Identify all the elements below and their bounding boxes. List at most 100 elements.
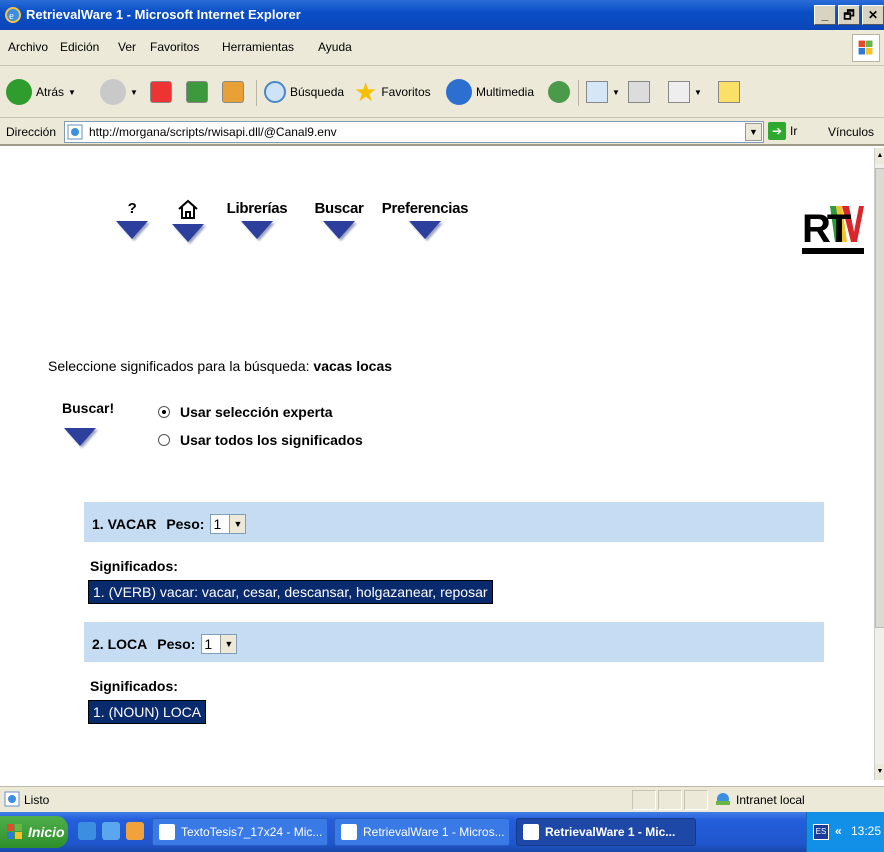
menu-ver[interactable]: Ver: [118, 40, 136, 54]
stop-button[interactable]: [150, 78, 172, 106]
search-query: vacas locas: [313, 358, 393, 374]
nav-home[interactable]: [170, 198, 206, 242]
windows-flag-icon: [852, 34, 880, 62]
close-button[interactable]: ✕: [862, 5, 884, 25]
peso-label: Peso:: [157, 636, 196, 652]
address-input[interactable]: http://morgana/scripts/rwisapi.dll/@Cana…: [64, 121, 764, 143]
radio-button[interactable]: [158, 406, 170, 418]
peso-select[interactable]: 1 ▼: [201, 634, 238, 654]
status-bar: Listo Intranet local: [0, 786, 884, 812]
radio-label: Usar todos los significados: [180, 432, 363, 448]
peso-label: Peso:: [166, 516, 205, 532]
radio-button[interactable]: [158, 434, 170, 446]
refresh-button[interactable]: [186, 78, 208, 106]
quicklaunch-outlook-icon[interactable]: [102, 822, 120, 840]
taskbar-button[interactable]: RetrievalWare 1 - Micros...: [334, 818, 510, 846]
print-button[interactable]: [628, 78, 650, 106]
start-button[interactable]: Inicio: [0, 816, 68, 848]
status-pane: [632, 790, 656, 810]
star-icon: ★: [354, 77, 378, 107]
taskbar-button-active[interactable]: RetrievalWare 1 - Mic...: [516, 818, 696, 846]
standard-toolbar: Atrás ▼ ▼ Búsqueda ★ Favoritos Multimedi…: [0, 66, 884, 118]
triangle-down-icon: [409, 221, 441, 239]
back-arrow-icon: [6, 79, 32, 105]
rtvv-logo: RT: [802, 206, 864, 254]
chevron-down-icon[interactable]: ▼: [229, 515, 246, 533]
tray-expand-button[interactable]: «: [835, 824, 842, 838]
favorites-button[interactable]: ★ Favoritos: [354, 78, 431, 106]
ie-page-icon: [67, 124, 83, 140]
menu-archivo[interactable]: Archivo: [8, 40, 48, 54]
menu-ayuda[interactable]: Ayuda: [318, 40, 352, 54]
mail-button[interactable]: ▼: [586, 78, 620, 106]
address-url: http://morgana/scripts/rwisapi.dll/@Cana…: [89, 125, 337, 139]
radio-all-meanings[interactable]: Usar todos los significados: [158, 432, 363, 448]
buscar-label[interactable]: Buscar!: [62, 400, 114, 416]
peso-select[interactable]: 1 ▼: [210, 514, 247, 534]
address-label: Dirección: [6, 125, 57, 139]
scroll-down-icon[interactable]: ▼: [875, 764, 884, 780]
forward-button[interactable]: ▼: [100, 78, 138, 106]
favorites-label: Favoritos: [381, 85, 431, 99]
home-button[interactable]: [222, 78, 244, 106]
nav-libraries[interactable]: Librerías: [222, 200, 292, 239]
magnifier-icon: [264, 81, 286, 103]
media-label: Multimedia: [476, 85, 535, 99]
menu-edicion[interactable]: Edición: [60, 40, 99, 54]
triangle-down-icon: [241, 221, 273, 239]
chevron-down-icon[interactable]: ▼: [220, 635, 237, 653]
quicklaunch-ie-icon[interactable]: [78, 822, 96, 840]
search-nav-label: Buscar: [314, 200, 364, 217]
back-label: Atrás: [36, 85, 65, 99]
ie-icon: [523, 824, 539, 840]
meanings-label: Significados:: [90, 558, 178, 574]
chevron-down-icon: ▼: [68, 87, 76, 97]
messenger-button[interactable]: [718, 78, 740, 106]
menu-herramientas[interactable]: Herramientas: [222, 40, 294, 54]
meaning-option[interactable]: 1. (VERB) vacar: vacar, cesar, descansar…: [88, 580, 493, 604]
help-label: ?: [127, 200, 137, 217]
edit-button[interactable]: ▼: [668, 78, 702, 106]
word-edit-icon: [668, 81, 690, 103]
menu-bar: Archivo Edición Ver Favoritos Herramient…: [0, 30, 884, 66]
window-title-bar[interactable]: e RetrievalWare 1 - Microsoft Internet E…: [0, 0, 884, 30]
go-button[interactable]: ➔ Ir: [768, 122, 797, 140]
note-icon: [718, 81, 740, 103]
nav-search[interactable]: Buscar: [312, 200, 366, 239]
radio-expert-selection[interactable]: Usar selección experta: [158, 404, 333, 420]
toolbar-separator: [578, 80, 579, 106]
clock[interactable]: 13:25: [851, 824, 881, 838]
stop-icon: [150, 81, 172, 103]
taskbar-button[interactable]: TextoTesis7_17x24 - Mic...: [152, 818, 328, 846]
buscar-button[interactable]: [64, 428, 96, 446]
peso-value: 1: [204, 636, 213, 652]
home-icon: [178, 199, 198, 219]
term-title: 1. VACAR: [92, 516, 157, 532]
history-button[interactable]: [548, 78, 570, 106]
meaning-option[interactable]: 1. (NOUN) LOCA: [88, 700, 207, 724]
language-indicator[interactable]: ES: [813, 824, 829, 840]
media-button[interactable]: Multimedia: [446, 78, 534, 106]
printer-icon: [628, 81, 650, 103]
scroll-thumb[interactable]: [875, 168, 884, 628]
window-title: RetrievalWare 1 - Microsoft Internet Exp…: [26, 7, 301, 22]
menu-favoritos[interactable]: Favoritos: [150, 40, 199, 54]
maximize-button[interactable]: 🗗: [838, 5, 860, 25]
intranet-zone-icon: [716, 793, 730, 805]
back-button[interactable]: Atrás ▼: [6, 78, 76, 106]
status-pane: [684, 790, 708, 810]
scroll-up-icon[interactable]: ▲: [875, 148, 884, 164]
search-button[interactable]: Búsqueda: [264, 78, 344, 106]
chevron-down-icon: ▼: [694, 87, 702, 97]
taskbar: Inicio TextoTesis7_17x24 - Mic... Retrie…: [0, 812, 884, 852]
vertical-scrollbar[interactable]: ▲ ▼: [874, 148, 884, 780]
ie-icon: [341, 824, 357, 840]
nav-preferences[interactable]: Preferencias: [378, 200, 472, 239]
start-label: Inicio: [28, 824, 65, 840]
quicklaunch-media-icon[interactable]: [126, 822, 144, 840]
nav-help[interactable]: ?: [116, 200, 148, 239]
go-label: Ir: [790, 124, 798, 138]
minimize-button[interactable]: _: [814, 5, 836, 25]
address-dropdown-icon[interactable]: ▼: [745, 123, 762, 141]
links-toolbar[interactable]: Vínculos: [828, 125, 874, 139]
